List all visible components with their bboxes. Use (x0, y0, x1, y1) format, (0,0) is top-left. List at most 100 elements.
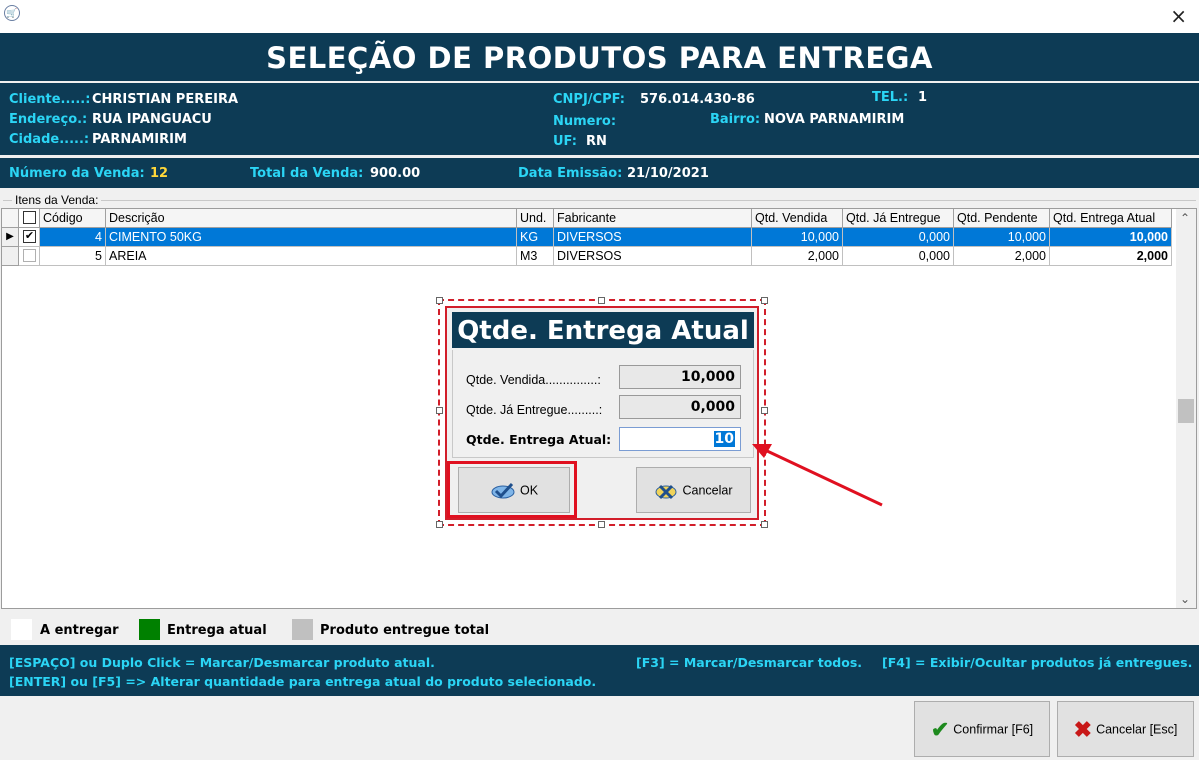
row-checkbox-cell[interactable]: ✔ (19, 228, 40, 247)
confirm-button[interactable]: ✔ Confirmar [F6] (914, 701, 1050, 757)
col-header-pendente[interactable]: Qtd. Pendente (954, 209, 1050, 228)
row-pointer-icon: ▶ (2, 228, 19, 247)
dialog-atual-label: Qtde. Entrega Atual: (466, 432, 612, 447)
tel-value: 1 (918, 90, 928, 105)
quantity-input-selected-text[interactable]: 10 (713, 431, 735, 447)
resize-handle[interactable] (761, 407, 768, 414)
resize-handle[interactable] (436, 521, 443, 528)
cell-entregue[interactable]: 0,000 (843, 247, 954, 266)
data-emissao-label: Data Emissão: (518, 166, 623, 181)
col-header-entregue[interactable]: Qtd. Já Entregue (843, 209, 954, 228)
cell-codigo[interactable]: 5 (40, 247, 106, 266)
vertical-scrollbar[interactable]: ⌃ ⌄ (1176, 209, 1196, 608)
dialog-vendida-value: 10,000 (619, 365, 741, 389)
dialog-vendida-label: Qtde. Vendida...............: (466, 373, 601, 387)
col-header-vendida[interactable]: Qtd. Vendida (752, 209, 843, 228)
cidade-label: Cidade.....: (9, 132, 90, 147)
endereco-value: RUA IPANGUACU (92, 112, 212, 127)
cell-atual[interactable]: 10,000 (1050, 228, 1172, 247)
total-venda-value: 900.00 (370, 166, 421, 181)
cell-fabricante[interactable]: DIVERSOS (554, 247, 752, 266)
cell-atual[interactable]: 2,000 (1050, 247, 1172, 266)
resize-handle[interactable] (761, 521, 768, 528)
cell-codigo[interactable]: 4 (40, 228, 106, 247)
cell-vendida[interactable]: 10,000 (752, 228, 843, 247)
legend-entrega-atual: Entrega atual (167, 623, 267, 638)
cell-vendida[interactable]: 2,000 (752, 247, 843, 266)
cell-pendente[interactable]: 2,000 (954, 247, 1050, 266)
cell-und[interactable]: M3 (517, 247, 554, 266)
resize-handle[interactable] (598, 521, 605, 528)
resize-handle[interactable] (598, 297, 605, 304)
bairro-label: Bairro: (710, 112, 761, 127)
bairro-value: NOVA PARNAMIRIM (764, 112, 905, 127)
dialog-cancel-button[interactable]: Cancelar (636, 467, 751, 513)
scroll-up-icon[interactable]: ⌃ (1180, 211, 1190, 225)
cancel-x-icon (655, 484, 677, 499)
client-info-panel: Cliente.....: CHRISTIAN PEREIRA Endereço… (0, 83, 1199, 155)
row-checkbox-cell[interactable] (19, 247, 40, 266)
uf-value: RN (586, 134, 607, 149)
tel-label: TEL.: (872, 90, 909, 105)
cell-entregue[interactable]: 0,000 (843, 228, 954, 247)
resize-handle[interactable] (761, 297, 768, 304)
table-row[interactable]: 5 AREIA M3 DIVERSOS 2,000 0,000 2,000 2,… (2, 247, 1172, 266)
cancel-label: Cancelar [Esc] (1096, 722, 1178, 737)
col-header-codigo[interactable]: Código (40, 209, 106, 228)
red-x-icon: ✖ (1073, 716, 1093, 742)
close-icon[interactable]: × (1170, 4, 1187, 28)
cliente-label: Cliente.....: (9, 92, 91, 107)
ok-highlight-box (447, 461, 577, 518)
quantity-input[interactable]: 10 (619, 427, 741, 451)
row-indicator (2, 247, 19, 266)
col-header-descricao[interactable]: Descrição (106, 209, 517, 228)
col-header-fabricante[interactable]: Fabricante (554, 209, 752, 228)
cart-app-icon: 🛒 (4, 5, 20, 21)
help-line1-left: [ESPAÇO] ou Duplo Click = Marcar/Desmarc… (9, 655, 435, 670)
window-titlebar: 🛒 × (0, 0, 1199, 33)
cell-descricao[interactable]: CIMENTO 50KG (106, 228, 517, 247)
scroll-down-icon[interactable]: ⌄ (1180, 592, 1190, 606)
row-checkbox[interactable]: ✔ (23, 230, 36, 243)
cnpj-label: CNPJ/CPF: (553, 92, 625, 107)
table-row[interactable]: ▶ ✔ 4 CIMENTO 50KG KG DIVERSOS 10,000 0,… (2, 228, 1172, 247)
grid-check-header[interactable] (19, 209, 40, 228)
col-header-atual[interactable]: Qtd. Entrega Atual (1050, 209, 1172, 228)
legend-swatch-a-entregar (11, 619, 32, 640)
select-all-checkbox[interactable] (23, 211, 36, 224)
dialog-title: Qtde. Entrega Atual (452, 312, 754, 348)
col-header-und[interactable]: Und. (517, 209, 554, 228)
cancel-button[interactable]: ✖ Cancelar [Esc] (1057, 701, 1194, 757)
cnpj-value: 576.014.430-86 (640, 92, 755, 107)
dialog-cancel-label: Cancelar (682, 483, 733, 498)
cell-und[interactable]: KG (517, 228, 554, 247)
help-line2: [ENTER] ou [F5] => Alterar quantidade pa… (9, 674, 597, 689)
legend-swatch-entregue-total (292, 619, 313, 640)
numero-venda-label: Número da Venda: (9, 166, 145, 181)
endereco-label: Endereço.: (9, 112, 88, 127)
resize-handle[interactable] (436, 297, 443, 304)
uf-label: UF: (553, 134, 577, 149)
row-checkbox[interactable] (23, 249, 36, 262)
group-divider (3, 200, 1196, 201)
help-line1-right: [F4] = Exibir/Ocultar produtos já entreg… (882, 655, 1193, 670)
dialog-entregue-value: 0,000 (619, 395, 741, 419)
numero-label: Numero: (553, 114, 617, 129)
cell-descricao[interactable]: AREIA (106, 247, 517, 266)
itens-group-label: Itens da Venda: (12, 193, 102, 207)
legend-a-entregar: A entregar (40, 623, 119, 638)
cliente-value: CHRISTIAN PEREIRA (92, 92, 239, 107)
legend-entregue-total: Produto entregue total (320, 623, 490, 638)
scroll-thumb[interactable] (1178, 399, 1194, 423)
legend-swatch-entrega-atual (139, 619, 160, 640)
page-title: SELEÇÃO DE PRODUTOS PARA ENTREGA (0, 33, 1199, 81)
help-line1-mid: [F3] = Marcar/Desmarcar todos. (636, 655, 863, 670)
shortcut-help-panel: [ESPAÇO] ou Duplo Click = Marcar/Desmarc… (0, 645, 1199, 696)
cell-pendente[interactable]: 10,000 (954, 228, 1050, 247)
cidade-value: PARNAMIRIM (92, 132, 187, 147)
grid-indicator-header (2, 209, 19, 228)
data-emissao-value: 21/10/2021 (627, 166, 709, 181)
green-check-icon: ✔ (930, 716, 950, 742)
resize-handle[interactable] (436, 407, 443, 414)
cell-fabricante[interactable]: DIVERSOS (554, 228, 752, 247)
